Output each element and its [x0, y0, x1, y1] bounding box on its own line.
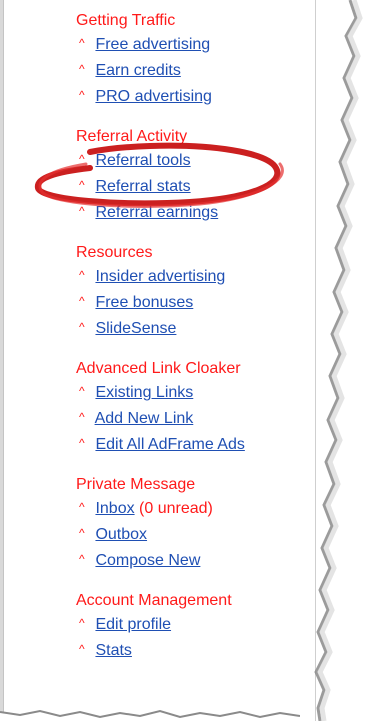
menu-item-pro-advertising: ^ PRO advertising: [76, 83, 316, 109]
menu-item-compose-new: ^ Compose New: [76, 547, 316, 573]
referral-stats-link[interactable]: Referral stats: [95, 178, 190, 195]
caret-icon: ^: [79, 320, 85, 334]
caret-icon: ^: [79, 36, 85, 50]
menu-item-edit-all-adframe-ads: ^ Edit All AdFrame Ads: [76, 431, 316, 457]
free-advertising-link[interactable]: Free advertising: [95, 36, 210, 53]
section-advanced-link-cloaker: Advanced Link Cloaker ^ Existing Links ^…: [76, 359, 316, 457]
caret-icon: ^: [79, 410, 85, 424]
menu-item-edit-profile: ^ Edit profile: [76, 611, 316, 637]
free-bonuses-link[interactable]: Free bonuses: [95, 294, 193, 311]
menu-item-referral-earnings: ^ Referral earnings: [76, 199, 316, 225]
menu-item-referral-tools: ^ Referral tools: [76, 147, 316, 173]
section-title: Account Management: [76, 592, 232, 609]
unread-count: (0 unread): [139, 500, 213, 517]
caret-icon: ^: [79, 88, 85, 102]
add-new-link-link[interactable]: Add New Link: [95, 410, 194, 427]
sidebar-menu: Getting Traffic ^ Free advertising ^ Ear…: [76, 11, 316, 681]
stats-link[interactable]: Stats: [95, 642, 131, 659]
section-account-management: Account Management ^ Edit profile ^ Stat…: [76, 591, 316, 663]
caret-icon: ^: [79, 552, 85, 566]
caret-icon: ^: [79, 268, 85, 282]
compose-new-link[interactable]: Compose New: [95, 552, 200, 569]
menu-item-slidesense: ^ SlideSense: [76, 315, 316, 341]
menu-item-free-advertising: ^ Free advertising: [76, 31, 316, 57]
menu-item-existing-links: ^ Existing Links: [76, 379, 316, 405]
menu-item-free-bonuses: ^ Free bonuses: [76, 289, 316, 315]
pro-advertising-link[interactable]: PRO advertising: [95, 88, 212, 105]
section-getting-traffic: Getting Traffic ^ Free advertising ^ Ear…: [76, 11, 316, 109]
existing-links-link[interactable]: Existing Links: [95, 384, 193, 401]
section-resources: Resources ^ Insider advertising ^ Free b…: [76, 243, 316, 341]
menu-item-outbox: ^ Outbox: [76, 521, 316, 547]
caret-icon: ^: [79, 294, 85, 308]
menu-item-referral-stats: ^ Referral stats: [76, 173, 316, 199]
referral-tools-link[interactable]: Referral tools: [95, 152, 190, 169]
edit-profile-link[interactable]: Edit profile: [95, 616, 171, 633]
caret-icon: ^: [79, 436, 85, 450]
inbox-link[interactable]: Inbox: [95, 500, 134, 517]
caret-icon: ^: [79, 178, 85, 192]
section-title: Resources: [76, 244, 153, 261]
caret-icon: ^: [79, 384, 85, 398]
torn-bottom-edge: [0, 709, 300, 721]
menu-item-earn-credits: ^ Earn credits: [76, 57, 316, 83]
outbox-link[interactable]: Outbox: [95, 526, 147, 543]
caret-icon: ^: [79, 616, 85, 630]
sidebar-nav-panel: Getting Traffic ^ Free advertising ^ Ear…: [4, 0, 316, 721]
caret-icon: ^: [79, 642, 85, 656]
menu-item-stats: ^ Stats: [76, 637, 316, 663]
menu-item-inbox: ^ Inbox (0 unread): [76, 495, 316, 521]
section-private-message: Private Message ^ Inbox (0 unread) ^ Out…: [76, 475, 316, 573]
section-title: Getting Traffic: [76, 12, 176, 29]
slidesense-link[interactable]: SlideSense: [95, 320, 176, 337]
torn-paper-edge: [314, 0, 385, 721]
menu-item-add-new-link: ^ Add New Link: [76, 405, 316, 431]
section-referral-activity: Referral Activity ^ Referral tools ^ Ref…: [76, 127, 316, 225]
caret-icon: ^: [79, 152, 85, 166]
caret-icon: ^: [79, 204, 85, 218]
section-title: Referral Activity: [76, 128, 188, 145]
menu-item-insider-advertising: ^ Insider advertising: [76, 263, 316, 289]
caret-icon: ^: [79, 526, 85, 540]
section-title: Private Message: [76, 476, 196, 493]
edit-all-adframe-ads-link[interactable]: Edit All AdFrame Ads: [95, 436, 244, 453]
section-title: Advanced Link Cloaker: [76, 360, 241, 377]
caret-icon: ^: [79, 62, 85, 76]
referral-earnings-link[interactable]: Referral earnings: [95, 204, 218, 221]
caret-icon: ^: [79, 500, 85, 514]
insider-advertising-link[interactable]: Insider advertising: [95, 268, 225, 285]
earn-credits-link[interactable]: Earn credits: [95, 62, 180, 79]
